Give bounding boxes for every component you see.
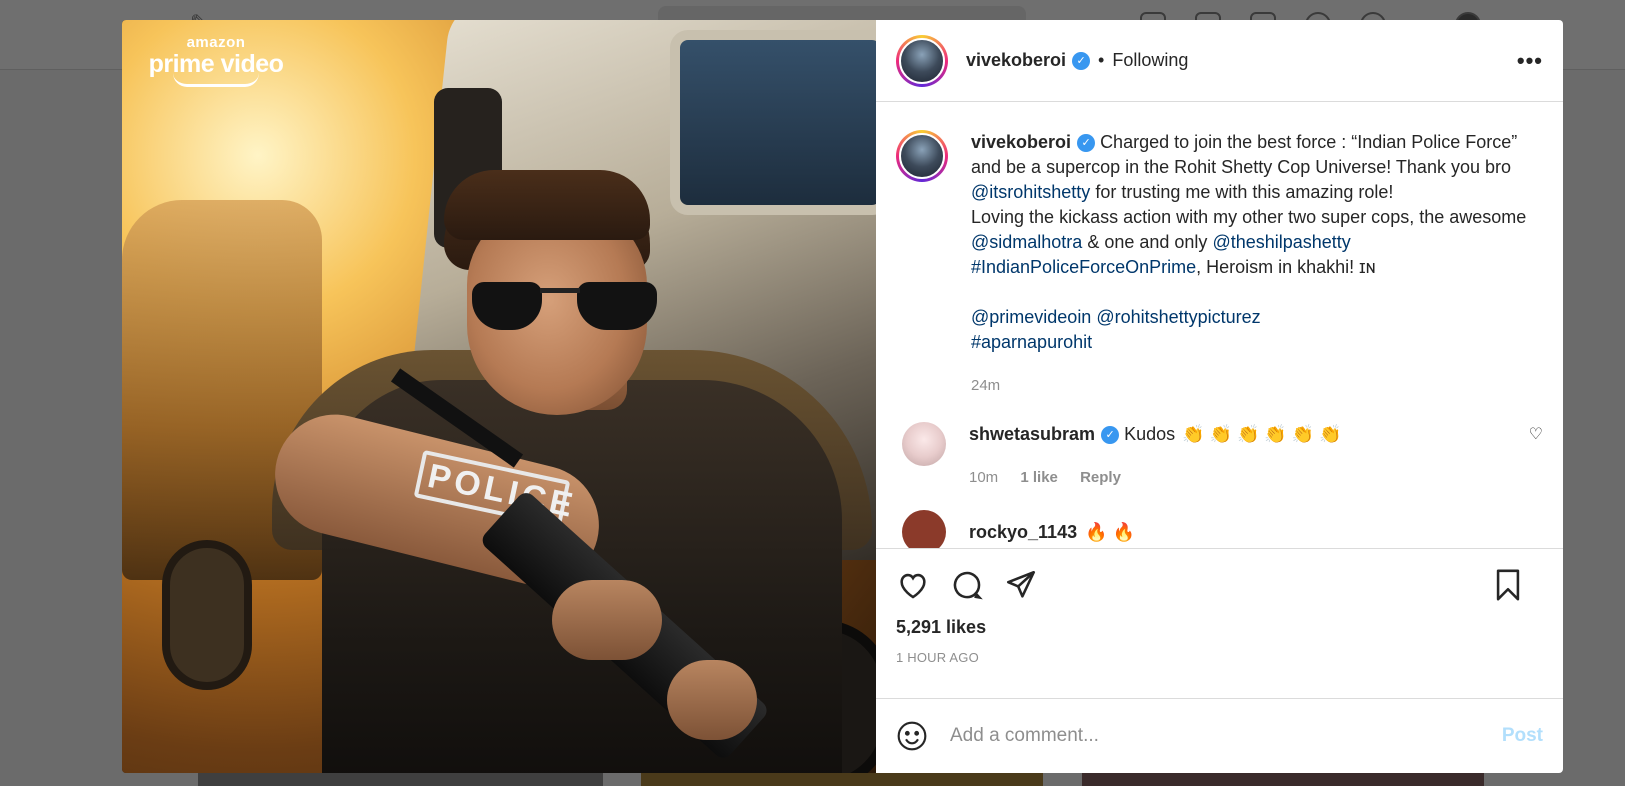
comment-likes[interactable]: 1 like [1020,469,1058,486]
likes-count[interactable]: 5,291 likes [896,617,1543,638]
mention-link[interactable]: @sidmalhotra [971,232,1082,252]
prime-video-logo: amazon prime video [146,34,286,87]
caption-meta: 24m [971,373,1543,398]
mention-link[interactable]: @theshilpashetty [1212,232,1350,252]
commenter-username[interactable]: rockyo_1143 [969,522,1077,543]
comment-text: Kudos [1124,424,1176,444]
mention-link[interactable]: @primevideoin [971,307,1091,327]
commenter-username[interactable]: shwetasubram [969,424,1095,444]
mention-link[interactable]: @itsrohitshetty [971,182,1090,202]
caption-author-avatar[interactable] [896,130,948,182]
emoji-smiley-icon[interactable] [896,720,928,752]
post-actions: 5,291 likes 1 HOUR AGO [876,548,1563,698]
verified-badge-icon: ✓ [1072,51,1091,70]
comment-item: shwetasubram ✓ Kudos 👏 👏 👏 👏 👏 👏 10m 1 li… [896,422,1543,490]
post-modal: POLICE amazon prime video vivekoberoi ✓ … [122,20,1563,773]
reply-button[interactable]: Reply [1080,469,1121,486]
hashtag-link[interactable]: #IndianPoliceForceOnPrime [971,257,1196,277]
comments-section[interactable]: vivekoberoi ✓ Charged to join the best fo… [876,102,1563,548]
comment-item-partial: rockyo_1143 🔥 🔥 [896,510,1543,548]
commenter-avatar[interactable] [902,510,946,548]
comment-emoji: 👏 👏 👏 👏 👏 👏 [1182,424,1342,444]
author-avatar[interactable] [896,34,948,87]
like-heart-icon[interactable] [896,568,930,602]
post-details-panel: vivekoberoi ✓ • Following ••• vivekobero… [876,20,1563,773]
commenter-avatar[interactable] [902,422,946,466]
post-image[interactable]: POLICE amazon prime video [122,20,876,773]
post-time: 1 HOUR AGO [896,650,979,665]
caption-time[interactable]: 24m [971,377,1000,394]
separator-dot: • [1098,50,1105,70]
comment-icon[interactable] [950,568,984,602]
add-comment-bar: Post [876,698,1563,773]
verified-badge-icon: ✓ [1101,426,1120,444]
comment-emoji: 🔥 🔥 [1085,521,1135,542]
share-icon[interactable] [1004,568,1038,602]
following-button[interactable]: Following [1112,50,1188,71]
comment-time[interactable]: 10m [969,469,998,486]
caption: vivekoberoi ✓ Charged to join the best fo… [896,130,1543,398]
comment-meta: 10m 1 like Reply [969,465,1543,490]
more-options-icon[interactable]: ••• [1517,48,1543,74]
comment-like-heart-icon[interactable]: ♡ [1529,424,1543,444]
save-bookmark-icon[interactable] [1493,568,1523,602]
caption-username[interactable]: vivekoberoi [971,132,1071,152]
sunglasses [472,282,542,330]
post-header: vivekoberoi ✓ • Following ••• [876,20,1563,102]
verified-badge-icon: ✓ [1077,134,1096,152]
post-comment-button[interactable]: Post [1502,725,1543,747]
mention-link[interactable]: @rohitshettypicturez [1096,307,1260,327]
comment-input[interactable] [950,725,1502,747]
author-username[interactable]: vivekoberoi [966,50,1066,71]
hashtag-link[interactable]: #aparnapurohit [971,332,1092,352]
